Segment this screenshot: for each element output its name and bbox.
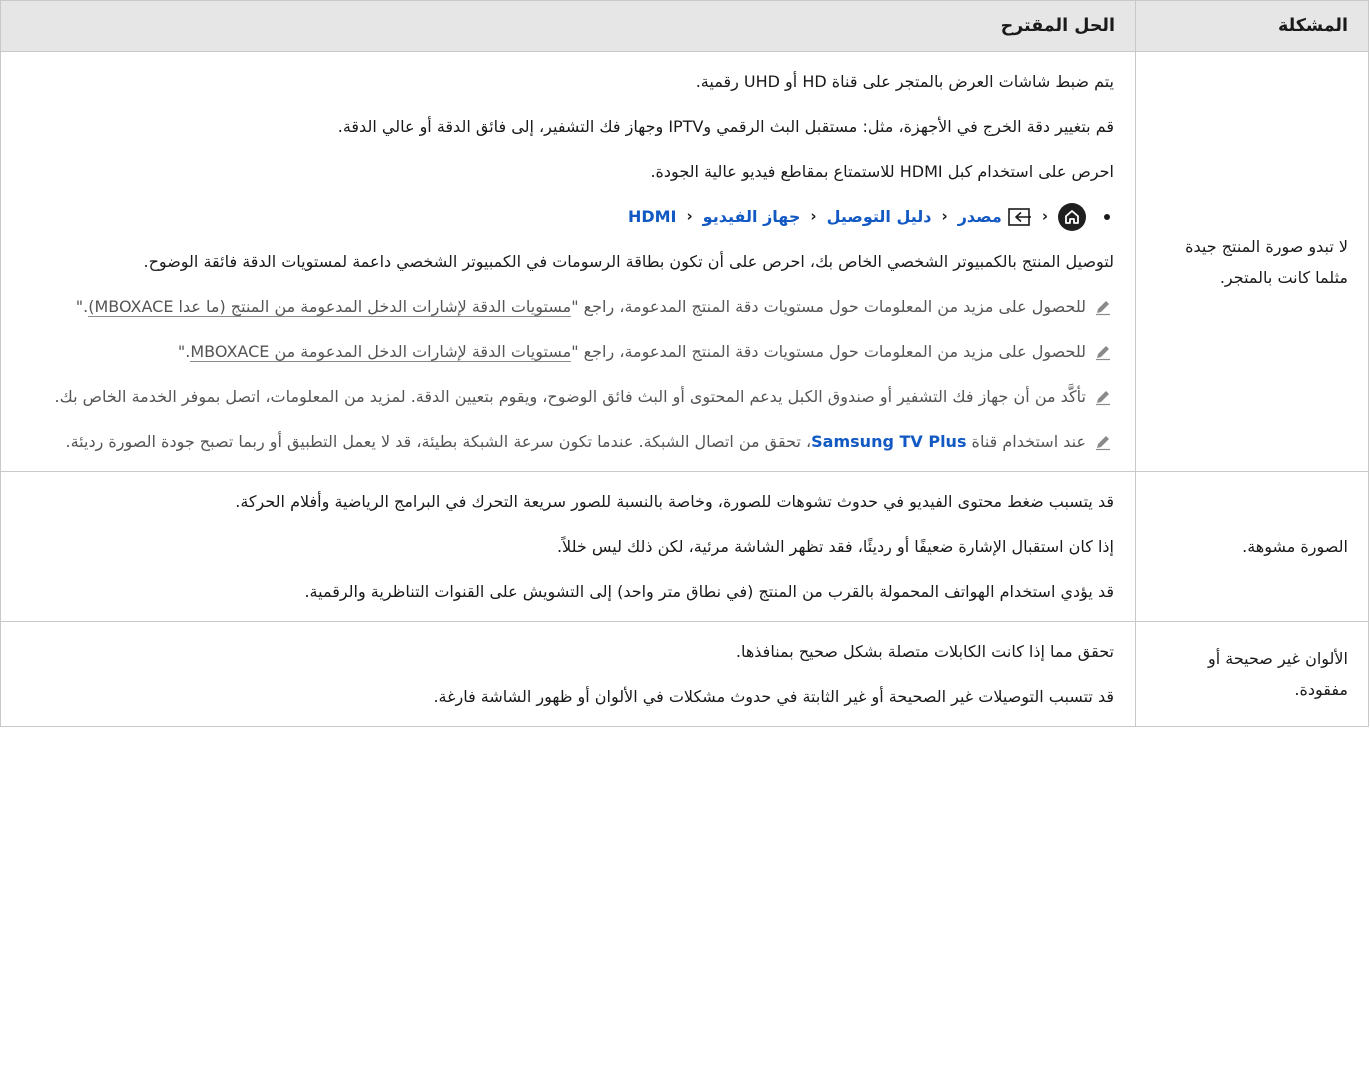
solution-text: قم بتغيير دقة الخرج في الأجهزة، مثل: مست… xyxy=(337,117,1114,136)
source-input-icon xyxy=(1008,207,1032,227)
troubleshooting-page: المشكلة الحل المقترح لا تبدو صورة المنتج… xyxy=(0,0,1370,1073)
menu-link-hdmi[interactable]: HDMI xyxy=(628,201,677,232)
table-row: الصورة مشوهة. قد يتسبب ضغط محتوى الفيديو… xyxy=(0,471,1369,622)
solution-text: قد يتسبب ضغط محتوى الفيديو في حدوث تشوها… xyxy=(235,492,1114,511)
note-link[interactable]: مستويات الدقة لإشارات الدخل المدعومة من … xyxy=(88,297,572,317)
note-text: عند استخدام قناة Samsung TV Plus، تحقق م… xyxy=(66,426,1086,457)
chevron-left-icon: ‹ xyxy=(810,207,817,225)
solution-text: قد تتسبب التوصيلات غير الصحيحة أو غير ال… xyxy=(433,687,1114,706)
solution-cell: يتم ضبط شاشات العرض بالمتجر على قناة HD … xyxy=(0,51,1136,472)
note-text-suffix: ، تحقق من اتصال الشبكة. عندما تكون سرعة … xyxy=(65,432,812,451)
solution-text: لتوصيل المنتج بالكمبيوتر الشخصي الخاص بك… xyxy=(143,252,1114,271)
note-text-prefix: للحصول على مزيد من المعلومات حول مستويات… xyxy=(571,297,1086,316)
table-row: لا تبدو صورة المنتج جيدة مثلما كانت بالم… xyxy=(0,51,1369,472)
problem-cell: الألوان غير صحيحة أو مفقودة. xyxy=(1135,621,1369,727)
solution-text: إذا كان استقبال الإشارة ضعيفًا أو رديئًا… xyxy=(556,537,1114,556)
note-text: للحصول على مزيد من المعلومات حول مستويات… xyxy=(178,336,1086,367)
solution-text: يتم ضبط شاشات العرض بالمتجر على قناة HD … xyxy=(695,72,1114,91)
note-item: للحصول على مزيد من المعلومات حول مستويات… xyxy=(21,291,1114,322)
note-item: تأكَّد من أن جهاز فك التشفير أو صندوق ال… xyxy=(21,381,1114,412)
chevron-left-icon: ‹ xyxy=(686,207,693,225)
bullet-point xyxy=(1104,213,1110,220)
chevron-left-icon: ‹ xyxy=(1041,207,1048,225)
solution-cell: قد يتسبب ضغط محتوى الفيديو في حدوث تشوها… xyxy=(0,471,1136,622)
home-icon xyxy=(1058,202,1086,231)
menu-path: ‹ مصدر ‹ دليل التوصيل ‹ جهاز الفيديو ‹ H… xyxy=(21,201,1114,232)
problem-cell: الصورة مشوهة. xyxy=(1135,471,1369,622)
note-text-suffix: ." xyxy=(177,342,191,361)
menu-link-video-device[interactable]: جهاز الفيديو xyxy=(703,201,801,232)
pencil-icon xyxy=(1092,381,1114,412)
solution-text: تحقق مما إذا كانت الكابلات متصلة بشكل صح… xyxy=(735,642,1114,661)
note-item: للحصول على مزيد من المعلومات حول مستويات… xyxy=(21,336,1114,367)
note-text: تأكَّد من أن جهاز فك التشفير أو صندوق ال… xyxy=(54,387,1087,406)
note-item: عند استخدام قناة Samsung TV Plus، تحقق م… xyxy=(21,426,1114,457)
menu-link-source[interactable]: مصدر xyxy=(958,201,1002,232)
pencil-icon xyxy=(1092,336,1114,367)
note-link[interactable]: مستويات الدقة لإشارات الدخل المدعومة من … xyxy=(190,342,572,362)
solution-column-header: الحل المقترح xyxy=(0,0,1136,52)
samsung-tv-plus-link[interactable]: Samsung TV Plus xyxy=(811,432,966,451)
menu-link-connection-guide[interactable]: دليل التوصيل xyxy=(827,201,932,232)
problem-column-header: المشكلة xyxy=(1135,0,1369,52)
problem-cell: لا تبدو صورة المنتج جيدة مثلما كانت بالم… xyxy=(1135,51,1369,472)
table-row: الألوان غير صحيحة أو مفقودة. تحقق مما إذ… xyxy=(0,621,1369,727)
troubleshooting-table: المشكلة الحل المقترح لا تبدو صورة المنتج… xyxy=(0,0,1369,727)
solution-text: احرص على استخدام كبل HDMI للاستمتاع بمقا… xyxy=(650,162,1114,181)
pencil-icon xyxy=(1092,291,1114,322)
note-text-prefix: عند استخدام قناة xyxy=(966,432,1086,451)
solution-cell: تحقق مما إذا كانت الكابلات متصلة بشكل صح… xyxy=(0,621,1136,727)
pencil-icon xyxy=(1092,426,1114,457)
note-text-suffix: ." xyxy=(75,297,89,316)
note-text: للحصول على مزيد من المعلومات حول مستويات… xyxy=(76,291,1086,322)
table-header-row: المشكلة الحل المقترح xyxy=(0,0,1369,52)
chevron-left-icon: ‹ xyxy=(941,207,948,225)
solution-text: قد يؤدي استخدام الهواتف المحمولة بالقرب … xyxy=(304,582,1114,601)
note-text-prefix: للحصول على مزيد من المعلومات حول مستويات… xyxy=(571,342,1086,361)
